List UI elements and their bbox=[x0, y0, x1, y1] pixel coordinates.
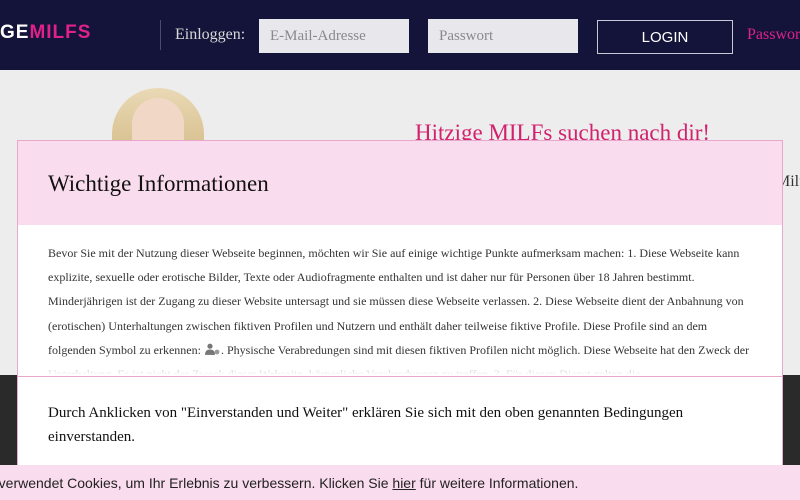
modal-title: Wichtige Informationen bbox=[48, 171, 269, 196]
login-label: Einloggen: bbox=[175, 26, 246, 43]
consent-text: Durch Anklicken von "Einverstanden und W… bbox=[48, 405, 684, 445]
scroll-fade bbox=[48, 353, 751, 375]
modal-body-text[interactable]: Bevor Sie mit der Nutzung dieser Webseit… bbox=[48, 241, 751, 375]
logo-text-part1: GE bbox=[0, 22, 30, 43]
modal-body-part1: Bevor Sie mit der Nutzung dieser Webseit… bbox=[48, 246, 744, 357]
header-divider bbox=[160, 20, 161, 50]
cookie-text-before: e verwendet Cookies, um Ihr Erlebnis zu … bbox=[0, 475, 393, 491]
cookie-banner: e verwendet Cookies, um Ihr Erlebnis zu … bbox=[0, 465, 800, 500]
email-input[interactable] bbox=[259, 19, 409, 53]
login-button[interactable]: LOGIN bbox=[597, 20, 733, 54]
logo-text-part2: MILFS bbox=[29, 22, 92, 43]
top-navigation-bar: GEMILFS Einloggen: LOGIN Passwort bbox=[0, 0, 800, 70]
modal-divider bbox=[18, 376, 782, 377]
password-input[interactable] bbox=[428, 19, 578, 53]
modal-header: Wichtige Informationen bbox=[18, 141, 782, 225]
info-modal: Wichtige Informationen Bevor Sie mit der… bbox=[17, 140, 783, 480]
cookie-info-link[interactable]: hier bbox=[392, 475, 415, 491]
cookie-text-after: für weitere Informationen. bbox=[415, 475, 579, 491]
site-logo[interactable]: GEMILFS bbox=[0, 22, 91, 44]
forgot-password-link[interactable]: Passwort bbox=[747, 26, 800, 44]
